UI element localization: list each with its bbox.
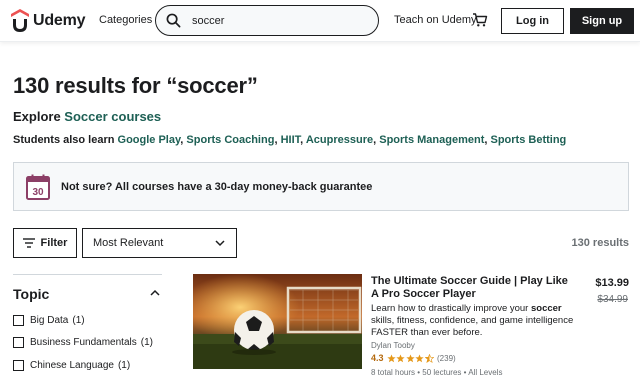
chevron-down-icon: [215, 240, 225, 247]
checkbox[interactable]: [13, 315, 24, 326]
course-meta: 8 total hours • 50 lectures • All Levels: [371, 368, 503, 377]
star-full-icon: [386, 353, 396, 362]
topic-filter-item[interactable]: Chinese Language (1): [13, 360, 130, 371]
calendar-icon: 30: [26, 174, 50, 200]
search-input[interactable]: soccer: [192, 15, 224, 27]
topic-count: (1): [72, 315, 85, 326]
topic-label: Chinese Language: [30, 360, 114, 371]
signup-button[interactable]: Sign up: [570, 8, 634, 34]
udemy-logo-icon: [11, 9, 29, 32]
topic-heading[interactable]: Topic: [13, 286, 49, 302]
also-learn-link[interactable]: Sports Coaching: [186, 134, 274, 146]
rating-row: 4.3 (239): [371, 353, 456, 363]
star-full-icon: [415, 353, 424, 362]
also-learn-link[interactable]: Acupressure: [306, 134, 373, 146]
money-back-banner: 30 Not sure? All courses have a 30-day m…: [13, 162, 629, 211]
logo-text: Udemy: [33, 12, 86, 29]
course-original-price: $34.99: [597, 294, 628, 305]
topic-filter-item[interactable]: Big Data (1): [13, 315, 85, 326]
top-navbar: Udemy Categories soccer Teach on Udemy L…: [0, 0, 640, 42]
also-learn-link[interactable]: Google Play: [118, 134, 181, 146]
description-part: Learn how to drastically improve your: [371, 303, 531, 314]
sort-value: Most Relevant: [93, 237, 164, 249]
course-description: Learn how to drastically improve your so…: [371, 303, 576, 339]
also-learn-link[interactable]: HIIT: [281, 134, 301, 146]
calendar-number: 30: [32, 187, 44, 198]
also-learn-link[interactable]: Sports Betting: [491, 134, 567, 146]
topic-count: (1): [140, 337, 153, 348]
checkbox[interactable]: [13, 360, 24, 371]
results-count: 130 results: [571, 237, 629, 249]
shopping-cart-icon[interactable]: [472, 12, 488, 28]
rating-value: 4.3: [371, 353, 384, 363]
course-title[interactable]: The Ultimate Soccer Guide | Play Like A …: [371, 275, 576, 301]
teach-on-udemy-link[interactable]: Teach on Udemy: [394, 14, 477, 26]
filter-icon: [22, 238, 35, 248]
topic-count: (1): [117, 360, 131, 371]
star-full-icon: [396, 353, 405, 362]
star-half-icon: [424, 353, 434, 363]
course-author: Dylan Tooby: [371, 341, 415, 350]
description-part: skills, fitness, confidence, and game in…: [371, 315, 574, 338]
description-highlight: soccer: [531, 303, 562, 314]
students-also-learn: Students also learn Google Play, Sports …: [13, 134, 567, 146]
topic-filter-item[interactable]: Business Fundamentals (1): [13, 337, 153, 348]
rating-count: (239): [437, 353, 456, 363]
udemy-logo[interactable]: Udemy: [10, 9, 86, 33]
explore-soccer-courses-link[interactable]: Soccer courses: [64, 109, 161, 124]
checkbox[interactable]: [13, 337, 24, 348]
search-icon[interactable]: [166, 13, 181, 28]
topic-label: Big Data: [30, 315, 69, 326]
also-learn-label: Students also learn: [13, 134, 118, 146]
course-thumbnail[interactable]: [193, 274, 362, 369]
filter-button[interactable]: Filter: [13, 228, 77, 258]
search-bar[interactable]: soccer: [155, 5, 379, 36]
banner-text: Not sure? All courses have a 30-day mone…: [61, 180, 373, 193]
login-button[interactable]: Log in: [501, 8, 564, 34]
course-price: $13.99: [595, 277, 629, 289]
star-full-icon: [405, 353, 415, 362]
filter-label: Filter: [40, 237, 68, 249]
chevron-up-icon[interactable]: [150, 289, 160, 297]
explore-line: Explore Soccer courses: [13, 109, 161, 124]
topic-divider: [13, 274, 162, 275]
also-learn-link[interactable]: Sports Management: [379, 134, 484, 146]
explore-prefix: Explore: [13, 109, 65, 124]
topic-label: Business Fundamentals: [30, 337, 137, 348]
categories-menu[interactable]: Categories: [99, 14, 152, 26]
sort-dropdown[interactable]: Most Relevant: [82, 228, 237, 258]
results-heading: 130 results for “soccer”: [13, 73, 258, 98]
